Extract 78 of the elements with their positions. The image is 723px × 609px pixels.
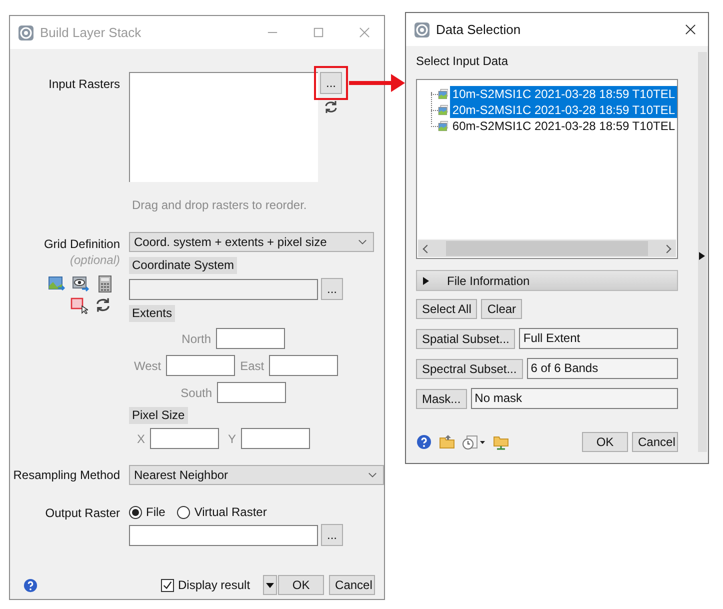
- image-export-icon[interactable]: [48, 275, 66, 293]
- browse-button[interactable]: ...: [321, 524, 343, 546]
- radio-button[interactable]: [129, 506, 142, 518]
- checkbox[interactable]: [161, 578, 174, 592]
- help-icon[interactable]: [416, 434, 432, 450]
- y-label: Y: [228, 432, 236, 446]
- pixel-x-field[interactable]: [150, 428, 220, 449]
- folder-icon[interactable]: [439, 434, 455, 450]
- cancel-button[interactable]: Cancel: [329, 575, 376, 595]
- app-icon: [414, 22, 430, 38]
- west-field[interactable]: [166, 355, 236, 376]
- ok-button[interactable]: OK: [278, 575, 324, 595]
- subset-value-field: No mask: [470, 388, 678, 409]
- ok-button[interactable]: OK: [582, 432, 628, 452]
- west-label: West: [134, 358, 162, 372]
- east-label: East: [240, 358, 264, 372]
- window-title: Build Layer Stack: [40, 25, 142, 40]
- pixel-y-field[interactable]: [241, 428, 310, 449]
- tree-item[interactable]: 20m-S2MSI1C 2021-03-28 18:59 T10TEL: [450, 102, 677, 118]
- east-field[interactable]: [269, 355, 338, 376]
- north-label: North: [180, 332, 211, 346]
- display-result-label[interactable]: Display result: [178, 578, 250, 592]
- side-panel-handle[interactable]: [698, 52, 707, 452]
- options-dropdown-button[interactable]: [263, 575, 278, 595]
- south-label: South: [180, 386, 212, 400]
- browse-button[interactable]: ...: [321, 278, 343, 300]
- x-label: X: [137, 432, 146, 446]
- north-field[interactable]: [216, 328, 285, 349]
- chevron-down-icon[interactable]: [368, 472, 377, 478]
- history-menu-icon[interactable]: [462, 434, 486, 450]
- cancel-button[interactable]: Cancel: [632, 432, 678, 452]
- subset-button[interactable]: Spectral Subset...: [416, 358, 523, 378]
- view-export-icon[interactable]: [72, 275, 90, 293]
- select-input-data-label: Select Input Data: [416, 54, 510, 70]
- radio-label[interactable]: Virtual Raster: [194, 505, 267, 519]
- subset-button[interactable]: Mask...: [416, 388, 467, 408]
- expand-icon[interactable]: [423, 276, 429, 284]
- raster-stack-icon: [438, 118, 448, 134]
- radio-button[interactable]: [177, 506, 190, 518]
- tree-item[interactable]: 10m-S2MSI1C 2021-03-28 18:59 T10TEL: [450, 86, 677, 102]
- output-file-field[interactable]: [129, 524, 318, 546]
- reorder-hint: Drag and drop rasters to reorder.: [132, 198, 308, 212]
- clear-button[interactable]: Clear: [481, 299, 522, 319]
- resampling-method-label: Resampling Method: [13, 468, 120, 482]
- close-icon[interactable]: [685, 24, 696, 35]
- resampling-method-dropdown[interactable]: Nearest Neighbor: [129, 465, 384, 485]
- input-rasters-label: Input Rasters: [48, 77, 120, 91]
- subset-value-field: 6 of 6 Bands: [526, 358, 678, 379]
- radio-label[interactable]: File: [146, 505, 166, 519]
- select-all-button[interactable]: Select All: [416, 299, 478, 319]
- south-field[interactable]: [217, 382, 286, 403]
- optional-note: (optional): [70, 253, 120, 267]
- chevron-down-icon[interactable]: [358, 239, 367, 245]
- coordinate-system-field[interactable]: [129, 278, 318, 300]
- raster-stack-icon: [438, 102, 448, 118]
- browse-button[interactable]: ...: [320, 72, 342, 94]
- refresh-icon[interactable]: [94, 296, 112, 314]
- draw-extent-icon[interactable]: [70, 296, 88, 314]
- window-title: Data Selection: [436, 22, 522, 37]
- caret-icon[interactable]: [266, 582, 274, 588]
- maximize-icon[interactable]: [313, 27, 324, 38]
- raster-stack-icon: [438, 86, 448, 102]
- calculator-icon[interactable]: [96, 275, 114, 293]
- refresh-icon[interactable]: [323, 99, 339, 115]
- app-icon: [18, 24, 34, 40]
- grid-definition-label: Grid Definition: [44, 237, 120, 251]
- extents-label: Extents: [129, 305, 176, 322]
- tree-item[interactable]: 60m-S2MSI1C 2021-03-28 18:59 T10TEL: [450, 118, 677, 134]
- subset-value-field: Full Extent: [519, 328, 678, 349]
- help-icon[interactable]: [23, 578, 38, 592]
- output-raster-label: Output Raster: [45, 506, 120, 520]
- subset-button[interactable]: Spatial Subset...: [416, 328, 516, 348]
- grid-mode-dropdown[interactable]: Coord. system + extents + pixel size: [129, 232, 374, 252]
- coordinate-system-label: Coordinate System: [129, 257, 238, 274]
- file-information-bar[interactable]: File Information: [416, 270, 678, 291]
- horizontal-scrollbar[interactable]: [418, 239, 676, 257]
- pixel-size-label: Pixel Size: [129, 407, 188, 424]
- network-folder-icon[interactable]: [493, 434, 509, 450]
